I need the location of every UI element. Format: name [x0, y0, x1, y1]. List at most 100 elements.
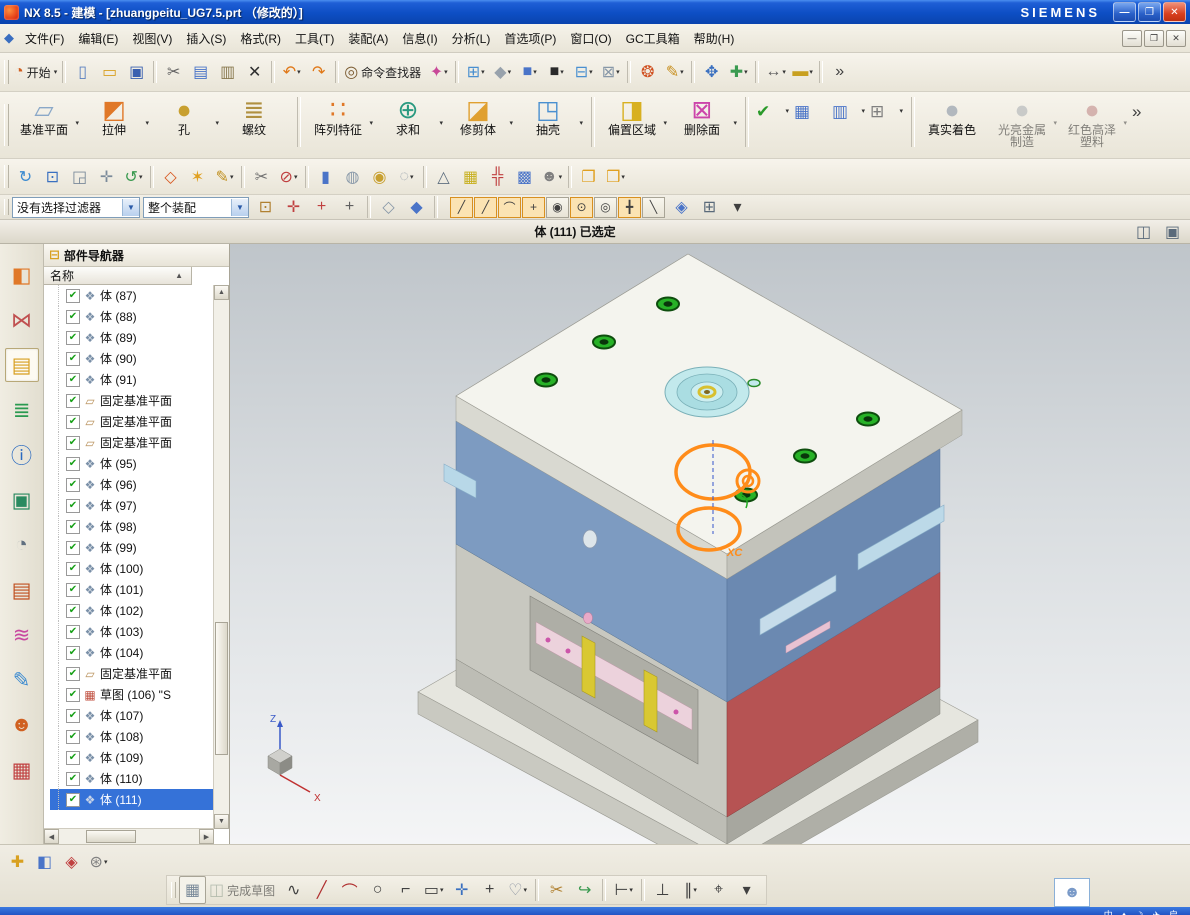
checkbox-icon[interactable]: ✔	[66, 394, 80, 408]
ime-panel[interactable]: ☻	[1054, 878, 1090, 907]
movie-icon[interactable]: ❒ ▾	[602, 163, 629, 191]
hole-button[interactable]: ● 孔 ▾	[152, 95, 222, 152]
shaded-cube-icon[interactable]: ■ ▾	[516, 58, 543, 86]
point-on-icon[interactable]: +	[308, 193, 335, 221]
checkbox-icon[interactable]: ✔	[66, 772, 80, 786]
selection-scope-dropdown[interactable]: 整个装配 ▼	[143, 197, 249, 218]
checkbox-icon[interactable]: ✔	[66, 520, 80, 534]
checkbox-icon[interactable]: ✔	[66, 478, 80, 492]
tree-item-datum-plane[interactable]: ✔ ▱ 固定基准平面	[50, 390, 214, 411]
tree-item-body-90[interactable]: ✔ ❖ 体 (90)	[50, 348, 214, 369]
tree-item-body-97[interactable]: ✔ ❖ 体 (97)	[50, 495, 214, 516]
menu-help[interactable]: 帮助(H)	[687, 26, 742, 51]
tree-item-body-104[interactable]: ✔ ❖ 体 (104)	[50, 642, 214, 663]
menu-assemblies[interactable]: 装配(A)	[341, 26, 395, 51]
hd3d-tool-icon[interactable]: ⓘ	[5, 438, 39, 472]
face-analysis-icon[interactable]: ◉	[366, 163, 393, 191]
redo-icon[interactable]: ↷	[305, 58, 332, 86]
new-icon[interactable]: ▯	[69, 58, 96, 86]
menu-view[interactable]: 视图(V)	[125, 26, 179, 51]
sequence-icon[interactable]: ⊞ ▾	[868, 98, 906, 124]
thread-button[interactable]: ≣ 螺纹	[222, 95, 292, 152]
table-icon[interactable]: ⊞	[696, 193, 723, 221]
menu-window[interactable]: 窗口(O)	[563, 26, 618, 51]
selection-filter-dropdown[interactable]: 没有选择过滤器 ▼	[12, 197, 140, 218]
scroll-down-icon[interactable]: ▼	[214, 814, 229, 829]
checkbox-icon[interactable]: ✔	[66, 289, 80, 303]
process-studio-icon[interactable]: ▤	[5, 573, 39, 607]
cylinder-icon[interactable]: ▮	[312, 163, 339, 191]
tree-item-body-101[interactable]: ✔ ❖ 体 (101)	[50, 579, 214, 600]
fit-window-icon[interactable]: ⊡	[39, 163, 66, 191]
tree-item-body-95[interactable]: ✔ ❖ 体 (95)	[50, 453, 214, 474]
tree-item-datum-plane[interactable]: ✔ ▱ 固定基准平面	[50, 432, 214, 453]
zoom-icon[interactable]: ◲	[66, 163, 93, 191]
checkbox-icon[interactable]: ✔	[66, 646, 80, 660]
checkbox-icon[interactable]: ✔	[66, 667, 80, 681]
lang-indicator[interactable]: 中	[1104, 907, 1113, 915]
scroll-right-icon[interactable]: ▶	[199, 829, 214, 844]
offset-region-button[interactable]: ◨ 偏置区域 ▾	[600, 95, 670, 152]
reuse-library-icon[interactable]: ≣	[5, 393, 39, 427]
tree-item-body-108[interactable]: ✔ ❖ 体 (108)	[50, 726, 214, 747]
shell-button[interactable]: ◳ 抽壳 ▾	[516, 95, 586, 152]
std-overflow-icon[interactable]: »	[826, 58, 853, 86]
shiny-metal-button[interactable]: ● 光亮金属 制造 ▾	[990, 95, 1060, 152]
paste-icon[interactable]: ▥	[214, 58, 241, 86]
extrude-button[interactable]: ◩ 拉伸 ▾	[82, 95, 152, 152]
move-object-icon[interactable]: ✥	[698, 58, 725, 86]
save-icon[interactable]: ▣	[123, 58, 150, 86]
checkbox-icon[interactable]: ✔	[66, 415, 80, 429]
snap-arc-icon[interactable]: ⌒	[498, 197, 521, 218]
tree-item-body-109[interactable]: ✔ ❖ 体 (109)	[50, 747, 214, 768]
diamond-icon[interactable]: ◇	[375, 193, 402, 221]
roles-icon[interactable]: ✎	[5, 663, 39, 697]
render-style-icon[interactable]: ◆ ▾	[489, 58, 516, 86]
tree-item-body-89[interactable]: ✔ ❖ 体 (89)	[50, 327, 214, 348]
copy-icon[interactable]: ▤	[187, 58, 214, 86]
tree-item-body-91[interactable]: ✔ ❖ 体 (91)	[50, 369, 214, 390]
menu-tools[interactable]: 工具(T)	[288, 26, 341, 51]
pattern-feature-button[interactable]: ∷ 阵列特征 ▾	[306, 95, 376, 152]
mdi-restore-button[interactable]: ❐	[1144, 30, 1164, 47]
tree-item-body-87[interactable]: ✔ ❖ 体 (87)	[50, 285, 214, 306]
checkbox-icon[interactable]: ✔	[66, 541, 80, 555]
red-plastic-button[interactable]: ● 红色高泽 塑料 ▾	[1060, 95, 1130, 152]
tree-item-body-107[interactable]: ✔ ❖ 体 (107)	[50, 705, 214, 726]
checkbox-icon[interactable]: ✔	[66, 373, 80, 387]
tree-item-sketch-106[interactable]: ✔ ▦ 草图 (106) "S	[50, 684, 214, 705]
window-tile-icon[interactable]: ⊠ ▾	[597, 58, 624, 86]
command-finder-icon[interactable]: ◎ 命令查找器	[342, 58, 425, 86]
close-button[interactable]: ✕	[1163, 2, 1186, 22]
tree-item-datum-plane[interactable]: ✔ ▱ 固定基准平面	[50, 663, 214, 684]
new-item-icon[interactable]: ✚	[4, 848, 31, 876]
column-header-name[interactable]: 名称 ▲	[44, 267, 192, 285]
checkbox-icon[interactable]: ✔	[66, 688, 80, 702]
mdi-close-button[interactable]: ✕	[1166, 30, 1186, 47]
delete-face-button[interactable]: ⊠ 删除面 ▾	[670, 95, 740, 152]
menu-information[interactable]: 信息(I)	[395, 26, 444, 51]
menu-analysis[interactable]: 分析(L)	[445, 26, 498, 51]
checkbox-icon[interactable]: ✔	[66, 310, 80, 324]
web-browser-icon[interactable]: ▣	[5, 483, 39, 517]
snap-midpoint-icon[interactable]: ╱	[474, 197, 497, 218]
assembly-constraints-icon[interactable]: ✔ ▾	[754, 98, 792, 124]
checkbox-icon[interactable]: ✔	[66, 331, 80, 345]
tree-item-body-103[interactable]: ✔ ❖ 体 (103)	[50, 621, 214, 642]
perspective-icon[interactable]: ◇	[157, 163, 184, 191]
checkbox-icon[interactable]: ✔	[66, 730, 80, 744]
crosshair-red-icon[interactable]: ✛	[280, 193, 307, 221]
menu-insert[interactable]: 插入(S)	[179, 26, 233, 51]
sync-icon[interactable]: ❂	[634, 58, 661, 86]
snap-angle-icon[interactable]: ╲	[642, 197, 665, 218]
annotate-pencil-icon[interactable]: ✎ ▾	[211, 163, 238, 191]
mdi-minimize-button[interactable]: —	[1122, 30, 1142, 47]
checkbox-icon[interactable]: ✔	[66, 499, 80, 513]
pan-icon[interactable]: ✛	[93, 163, 120, 191]
start-cn-icon[interactable]: 启	[1169, 907, 1178, 915]
palette-icon[interactable]: ≋	[5, 618, 39, 652]
settings-gears-icon[interactable]: ⊛ ▾	[85, 848, 112, 876]
measure-icon[interactable]: ✚ ▾	[725, 58, 752, 86]
diamond-blue-icon[interactable]: ◆	[403, 193, 430, 221]
tree-horizontal-scrollbar[interactable]: ◀ ▶	[44, 828, 214, 844]
